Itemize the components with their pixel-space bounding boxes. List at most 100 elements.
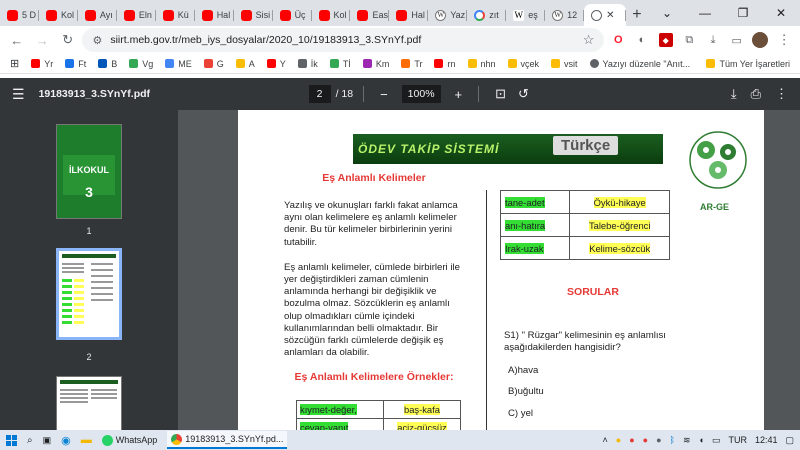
bookmark-item[interactable]: B — [98, 59, 117, 69]
bookmark-item[interactable]: Vg — [129, 59, 153, 69]
sidepanel-icon[interactable]: ▭ — [727, 29, 747, 51]
profile-avatar[interactable] — [751, 29, 771, 51]
bookmark-star-icon[interactable]: ☆ — [583, 32, 595, 48]
tab-12[interactable]: W Yaz — [428, 4, 468, 26]
column-divider — [486, 190, 487, 430]
tab-3[interactable]: Ayı — [78, 4, 117, 26]
all-bookmarks[interactable]: Tüm Yer İşaretleri — [706, 59, 790, 69]
back-button[interactable]: ← — [6, 28, 27, 52]
tab-4[interactable]: Eln — [117, 4, 156, 26]
tray-app-icon[interactable]: ● — [656, 435, 661, 445]
tab-label: Hal — [411, 10, 425, 20]
tab-7[interactable]: Sisi — [234, 4, 273, 26]
zoom-input[interactable]: 100% — [401, 85, 441, 103]
task-view-icon[interactable]: ▣ — [43, 435, 52, 446]
bookmark-item[interactable]: Tİ — [329, 59, 351, 69]
apps-grid-icon[interactable]: ⊞ — [10, 57, 19, 70]
tab-6[interactable]: Hal — [195, 4, 234, 26]
bookmark-item[interactable]: Yr — [31, 59, 53, 69]
tab-1[interactable]: 5 D — [0, 4, 39, 26]
wordpress-icon: W — [435, 9, 447, 21]
tab-5[interactable]: Kü — [156, 4, 195, 26]
download-icon[interactable]: ⤓ — [703, 29, 723, 51]
bookmark-item[interactable]: Tr — [401, 59, 422, 69]
bookmark-item[interactable]: G — [203, 59, 224, 69]
bookmark-item[interactable]: Km — [362, 59, 389, 69]
tab-active[interactable]: ✕ — [584, 4, 626, 26]
bookmark-item[interactable]: Yazıyı düzenle "Anıt... — [589, 59, 690, 69]
site-info-icon[interactable]: ⚙ — [92, 34, 102, 47]
close-tab-icon[interactable]: ✕ — [606, 10, 614, 21]
zoom-out-icon[interactable]: − — [380, 87, 388, 102]
clock[interactable]: 12:41 — [755, 435, 778, 445]
tab-10[interactable]: Eas — [350, 4, 390, 26]
bluetooth-icon[interactable]: ᛒ — [670, 435, 675, 445]
address-bar[interactable]: ⚙ siirt.meb.gov.tr/meb_iys_dosyalar/2020… — [82, 28, 605, 52]
bookmark-folder[interactable]: vçek — [507, 59, 539, 69]
rotate-icon[interactable]: ↺ — [518, 86, 529, 102]
paragraph-1: Yazılış ve okunuşları farklı fakat anlam… — [284, 200, 458, 248]
edge-icon[interactable]: ◉ — [61, 434, 71, 447]
bookmark-item[interactable]: A — [235, 59, 255, 69]
minimize-button[interactable]: — — [686, 6, 724, 20]
tab-14[interactable]: Weş — [506, 4, 546, 26]
zoom-in-icon[interactable]: + — [455, 87, 463, 102]
bookmark-folder[interactable]: nhn — [467, 59, 496, 69]
forward-button[interactable]: → — [31, 28, 52, 52]
page-thumbnail-3[interactable] — [56, 376, 122, 436]
page-thumbnail-1[interactable]: İLKOKUL 3 — [56, 124, 122, 219]
search-icon[interactable]: ⌕ — [27, 435, 33, 446]
fit-page-icon[interactable]: ⊡ — [495, 86, 506, 102]
sidebar-menu-icon[interactable]: ☰ — [12, 86, 25, 103]
download-icon[interactable]: ⤓ — [731, 86, 737, 102]
bookmark-item[interactable]: rn — [434, 59, 456, 69]
bookmark-item[interactable]: ME — [165, 59, 192, 69]
tray-app-icon[interactable]: ● — [643, 435, 648, 445]
bookmark-label: Yr — [44, 58, 54, 69]
tab-15[interactable]: W 12 — [545, 4, 585, 26]
extension-icon[interactable]: ◆ — [656, 29, 676, 51]
tray-app-icon[interactable]: ● — [629, 435, 634, 445]
tab-9[interactable]: Kol — [312, 4, 351, 26]
file-explorer-icon[interactable]: ▬ — [81, 434, 92, 446]
left-column: Eş Anlamlı Kelimeler Yazılış ve okunuşla… — [284, 164, 464, 383]
taskbar-app-whatsapp[interactable]: WhatsApp — [101, 434, 157, 446]
url-text[interactable]: siirt.meb.gov.tr/meb_iys_dosyalar/2020_1… — [110, 34, 574, 46]
bookmark-item[interactable]: Ft — [65, 59, 86, 69]
tray-app-icon[interactable]: ● — [616, 435, 621, 445]
new-tab-button[interactable]: + — [626, 4, 648, 26]
reload-button[interactable]: ↻ — [57, 28, 78, 52]
page-thumbnail-2[interactable] — [56, 248, 122, 340]
more-options-icon[interactable]: ⋮ — [775, 86, 788, 102]
tray-chevron-icon[interactable]: ˄ — [603, 435, 608, 445]
menu-icon[interactable]: ⋮ — [774, 29, 794, 51]
volume-icon[interactable]: ◖ — [699, 435, 704, 445]
tab-11[interactable]: Hal — [389, 4, 429, 26]
tab-search-icon[interactable]: ⌄ — [648, 6, 686, 20]
bookmark-label: Y — [279, 58, 286, 69]
print-icon[interactable]: ⎙ — [751, 86, 761, 102]
page-number-input[interactable]: 2 — [308, 85, 331, 103]
battery-icon[interactable]: ▭ — [712, 435, 721, 446]
bookmark-folder[interactable]: vsit — [551, 59, 578, 69]
red-extension-icon: ◆ — [658, 33, 673, 47]
notification-icon[interactable]: ▢ — [785, 435, 794, 446]
bookmark-item[interactable]: Y — [266, 58, 286, 69]
close-button[interactable]: ✕ — [762, 6, 800, 20]
highlighted-word: Talebe-öğrenci — [588, 219, 651, 231]
language-indicator[interactable]: TUR — [728, 435, 747, 445]
tab-2[interactable]: Kol — [39, 4, 78, 26]
windows-start-icon[interactable] — [6, 434, 17, 446]
wifi-icon[interactable]: ≋ — [683, 435, 691, 446]
extension-icon[interactable]: ◐ — [632, 29, 652, 51]
bookmark-item[interactable]: İk — [297, 59, 318, 69]
opera-icon[interactable]: O — [608, 29, 628, 51]
pdf-page: ÖDEV TAKİP SİSTEMİ Türkçe AR-GE Eş Anlam… — [238, 110, 764, 430]
maximize-button[interactable]: ❐ — [724, 6, 762, 20]
tab-8[interactable]: Üç — [273, 4, 312, 26]
tab-13[interactable]: zıt — [467, 4, 507, 26]
taskbar-app-chrome[interactable]: 19183913_3.SYnYf.pd... — [167, 431, 288, 449]
youtube-icon — [84, 9, 96, 21]
puzzle-icon[interactable]: ⧉ — [680, 29, 700, 51]
banner-title: ÖDEV TAKİP SİSTEMİ — [358, 142, 500, 156]
